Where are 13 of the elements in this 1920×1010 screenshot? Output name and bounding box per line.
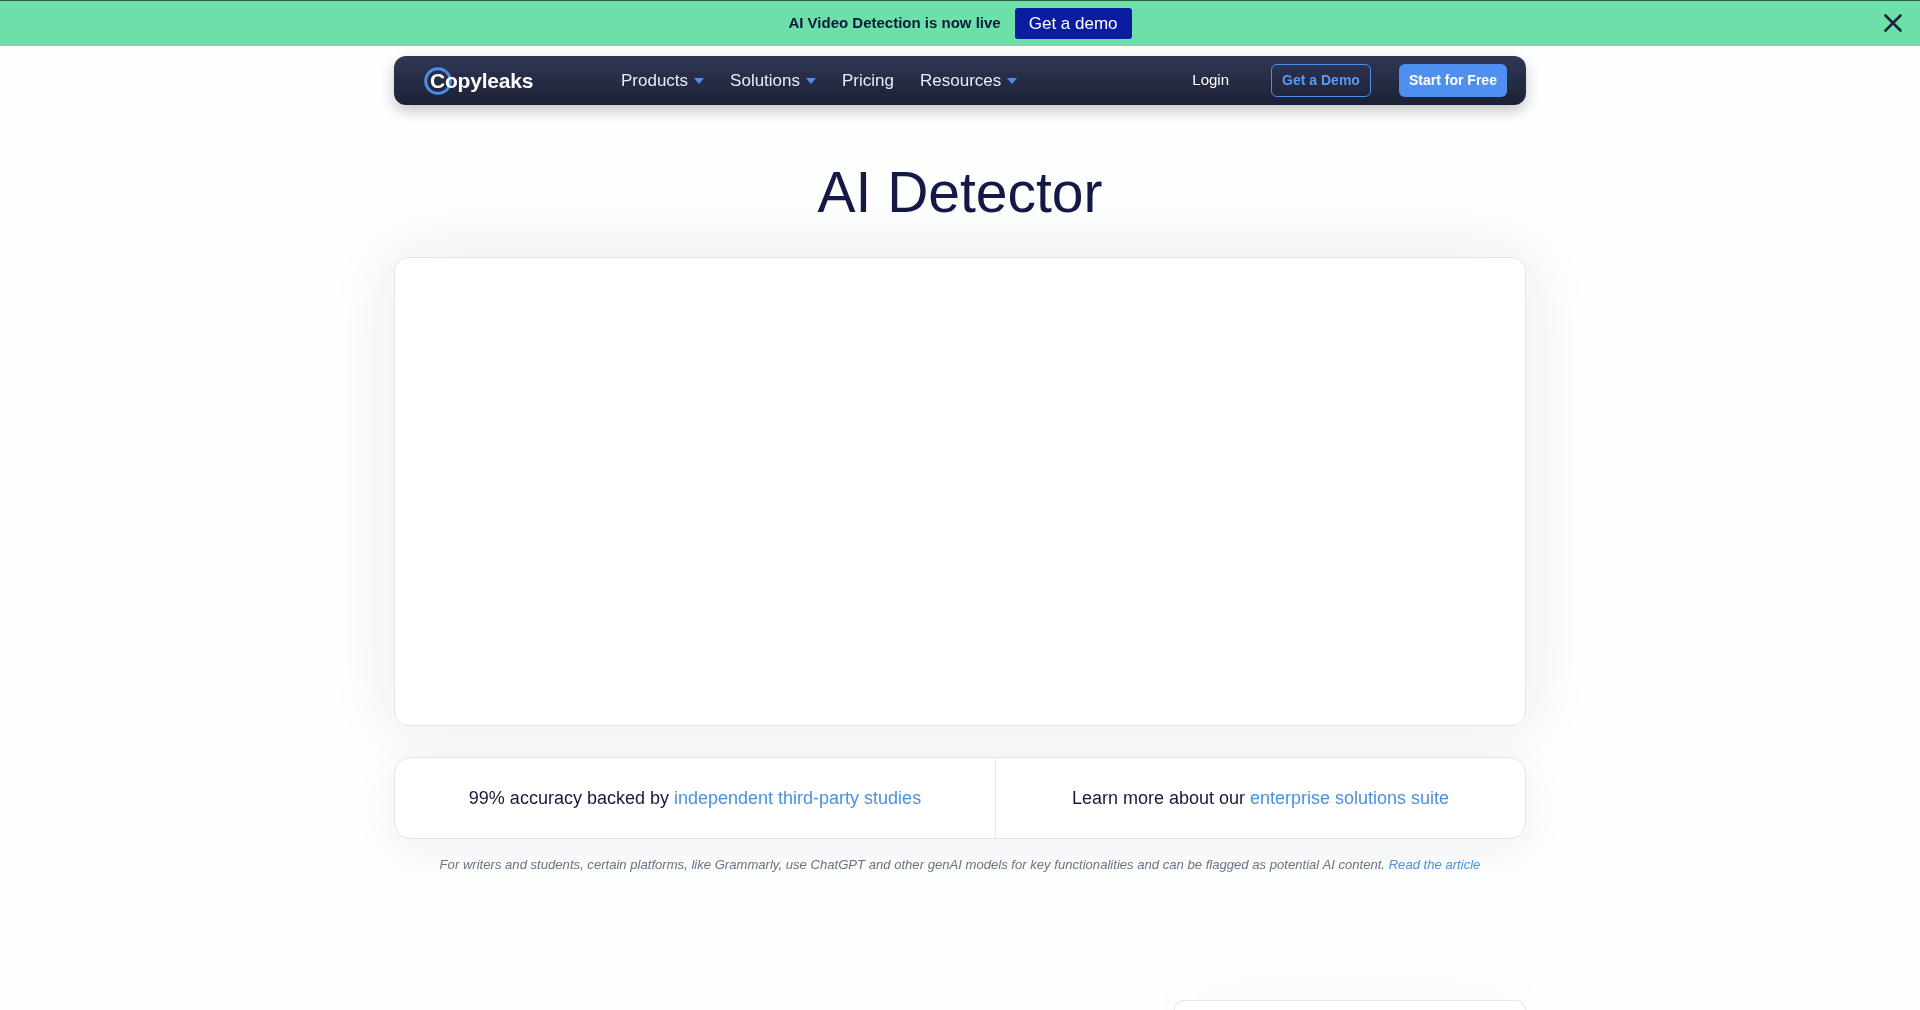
get-demo-button[interactable]: Get a Demo — [1271, 64, 1371, 97]
nav-menu-item[interactable]: Solutions — [730, 67, 817, 94]
get-demo-button[interactable]: Get a demo — [1014, 8, 1132, 39]
close-icon[interactable] — [1884, 14, 1902, 32]
page-title: AI Detector — [817, 164, 1103, 221]
nav-menu-item[interactable]: Products — [621, 67, 705, 94]
nav-menu-item[interactable]: Pricing — [842, 67, 894, 94]
footnote-text: For writers and students, certain platforms, like Grammarly, use ChatGPT and other genAI models for key functionalities and can be flagged as potential AI content. Read the article — [439, 856, 1481, 874]
announcement-text: AI Video Detection is now live — [788, 13, 1001, 34]
highlight-text: 99% accuracy backed by independent third-party studies — [468, 786, 922, 810]
highlight-text: Learn more about our enterprise solutions suite — [1071, 786, 1450, 810]
nav-menu-item[interactable]: Resources — [920, 67, 1018, 94]
login-link[interactable]: Login — [1192, 69, 1229, 92]
